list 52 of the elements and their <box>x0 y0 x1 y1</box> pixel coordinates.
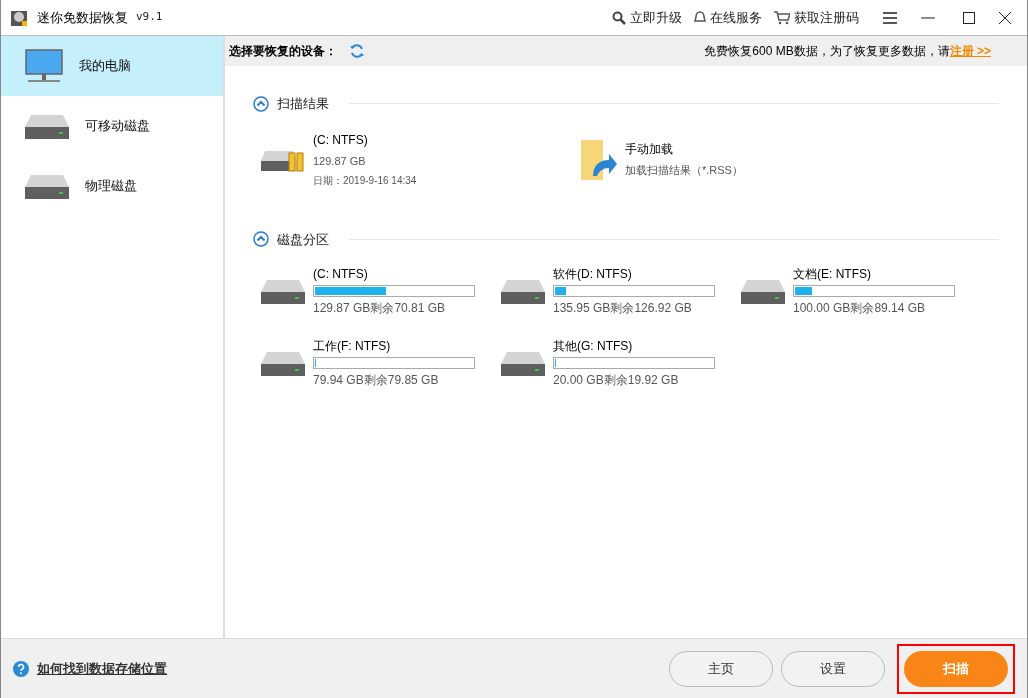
partition-info: 20.00 GB剩余19.92 GB <box>553 372 680 389</box>
minimize-icon[interactable] <box>921 16 935 19</box>
item-name[interactable]: (C: NTFS) <box>313 130 417 149</box>
partition-name: 文档(E: NTFS) <box>793 266 872 283</box>
help-link[interactable]: 如何找到数据存储位置 <box>37 658 167 679</box>
section-title: 扫描结果 <box>277 95 329 113</box>
partition-info: 100.00 GB剩余89.14 GB <box>793 300 927 317</box>
hard-drive-icon <box>25 173 69 199</box>
hard-drive-icon <box>501 350 545 376</box>
collapse-icon[interactable] <box>253 95 269 112</box>
folder-arrow-icon <box>581 139 617 180</box>
window-title: 迷你免数据恢复 <box>37 8 128 27</box>
search-icon <box>612 10 626 25</box>
refresh-icon[interactable] <box>349 43 365 59</box>
toolbar-link[interactable]: 立即升级 <box>612 7 682 28</box>
item-date: 日期：2019-9-16 14:34 <box>313 174 417 189</box>
partition-item[interactable]: 工作(F: NTFS) 79.94 GB剩余79.85 GB <box>261 337 501 389</box>
section-title: 磁盘分区 <box>277 230 329 249</box>
item-name[interactable]: 手动加载 <box>625 140 743 159</box>
hard-drive-icon <box>25 113 69 139</box>
notice-text: 免费恢复600 MB数据，为了恢复更多数据，请注册 >> <box>704 43 991 60</box>
hard-drive-icon <box>501 278 545 304</box>
monitor-icon <box>25 49 63 83</box>
partition-name: (C: NTFS) <box>313 266 369 283</box>
toolbar-link[interactable]: 获取注册码 <box>774 7 859 28</box>
partition-item[interactable]: 其他(G: NTFS) 20.00 GB剩余19.92 GB <box>501 337 741 389</box>
partition-info: 129.87 GB剩余70.81 GB <box>313 300 447 317</box>
hard-drive-icon <box>741 278 785 304</box>
footer-button[interactable]: 设置 <box>781 650 885 687</box>
partition-info: 79.94 GB剩余79.85 GB <box>313 372 440 389</box>
item-detail: 129.87 GB <box>313 153 367 169</box>
cart-icon <box>774 10 790 25</box>
close-icon[interactable] <box>999 11 1011 24</box>
header-label: 选择要恢复的设备： <box>229 43 337 60</box>
partition-item[interactable]: 软件(D: NTFS) 135.95 GB剩余126.92 GB <box>501 265 741 317</box>
maximize-icon[interactable] <box>963 11 975 24</box>
hard-drive-icon <box>261 350 305 376</box>
collapse-icon[interactable] <box>253 231 269 248</box>
partition-item[interactable]: (C: NTFS) 129.87 GB剩余70.81 GB <box>261 265 501 317</box>
sidebar-item[interactable]: 我的电脑 <box>1 36 223 96</box>
hard-drive-icon <box>261 278 305 304</box>
partition-name: 工作(F: NTFS) <box>313 338 392 355</box>
help-icon[interactable] <box>13 660 29 677</box>
toolbar-link[interactable]: 在线服务 <box>694 7 762 28</box>
partition-info: 135.95 GB剩余126.92 GB <box>553 300 693 317</box>
partition-name: 其他(G: NTFS) <box>553 338 634 355</box>
partition-item[interactable]: 文档(E: NTFS) 100.00 GB剩余89.14 GB <box>741 265 981 317</box>
footer-button[interactable]: 主页 <box>669 650 773 687</box>
partition-name: 软件(D: NTFS) <box>553 266 633 283</box>
menu-icon[interactable] <box>883 11 897 24</box>
version-label: v9.1 <box>136 9 163 26</box>
item-detail: 加载扫描结果（*.RSS） <box>625 163 743 179</box>
